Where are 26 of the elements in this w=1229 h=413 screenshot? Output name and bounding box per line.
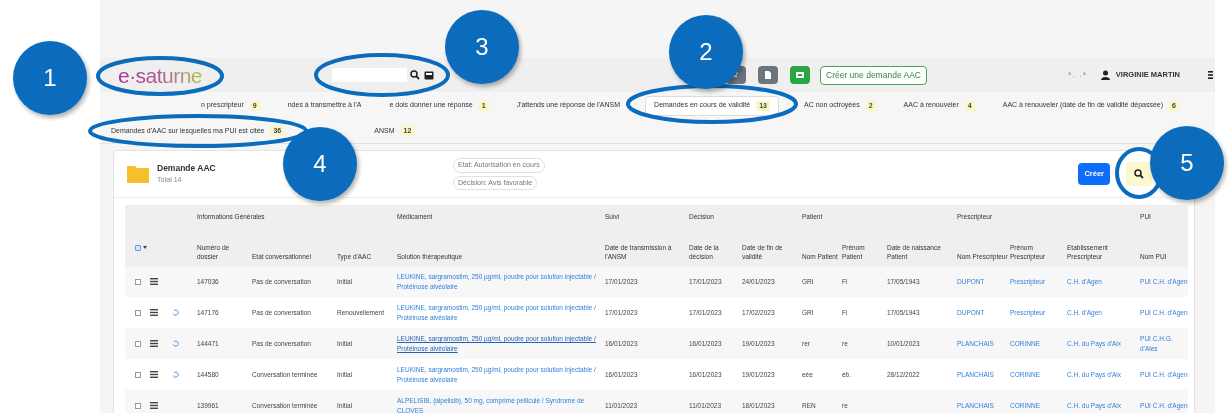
callout-badge: 1 <box>13 41 87 115</box>
user-icon <box>1100 70 1110 80</box>
folder-icon <box>127 165 149 183</box>
card-title: Demande AAC <box>157 162 216 176</box>
row-checkbox[interactable] <box>135 278 141 285</box>
caret-icon <box>143 246 147 249</box>
menu-icon <box>150 309 158 316</box>
row-checkbox[interactable] <box>135 402 141 409</box>
row-checkbox[interactable] <box>135 371 141 378</box>
menu-icon <box>150 402 158 409</box>
inbox-icon <box>424 70 434 80</box>
menu-icon <box>150 371 158 378</box>
spreadsheet-icon <box>795 70 805 80</box>
row-checkbox[interactable] <box>135 340 141 347</box>
menu-icon <box>1208 71 1213 79</box>
select-all-checkbox[interactable] <box>135 244 141 251</box>
menu-icon <box>150 278 158 285</box>
menu-icon <box>150 340 158 347</box>
search-icon <box>410 70 420 80</box>
search-icon <box>1134 169 1144 179</box>
document-icon <box>763 70 773 80</box>
spreadsheet-button[interactable] <box>790 66 810 84</box>
search-button[interactable] <box>1126 162 1152 186</box>
create-request-button[interactable]: Créer une demande AAC <box>820 65 927 85</box>
document-button[interactable] <box>758 66 778 84</box>
row-checkbox[interactable] <box>135 309 141 316</box>
